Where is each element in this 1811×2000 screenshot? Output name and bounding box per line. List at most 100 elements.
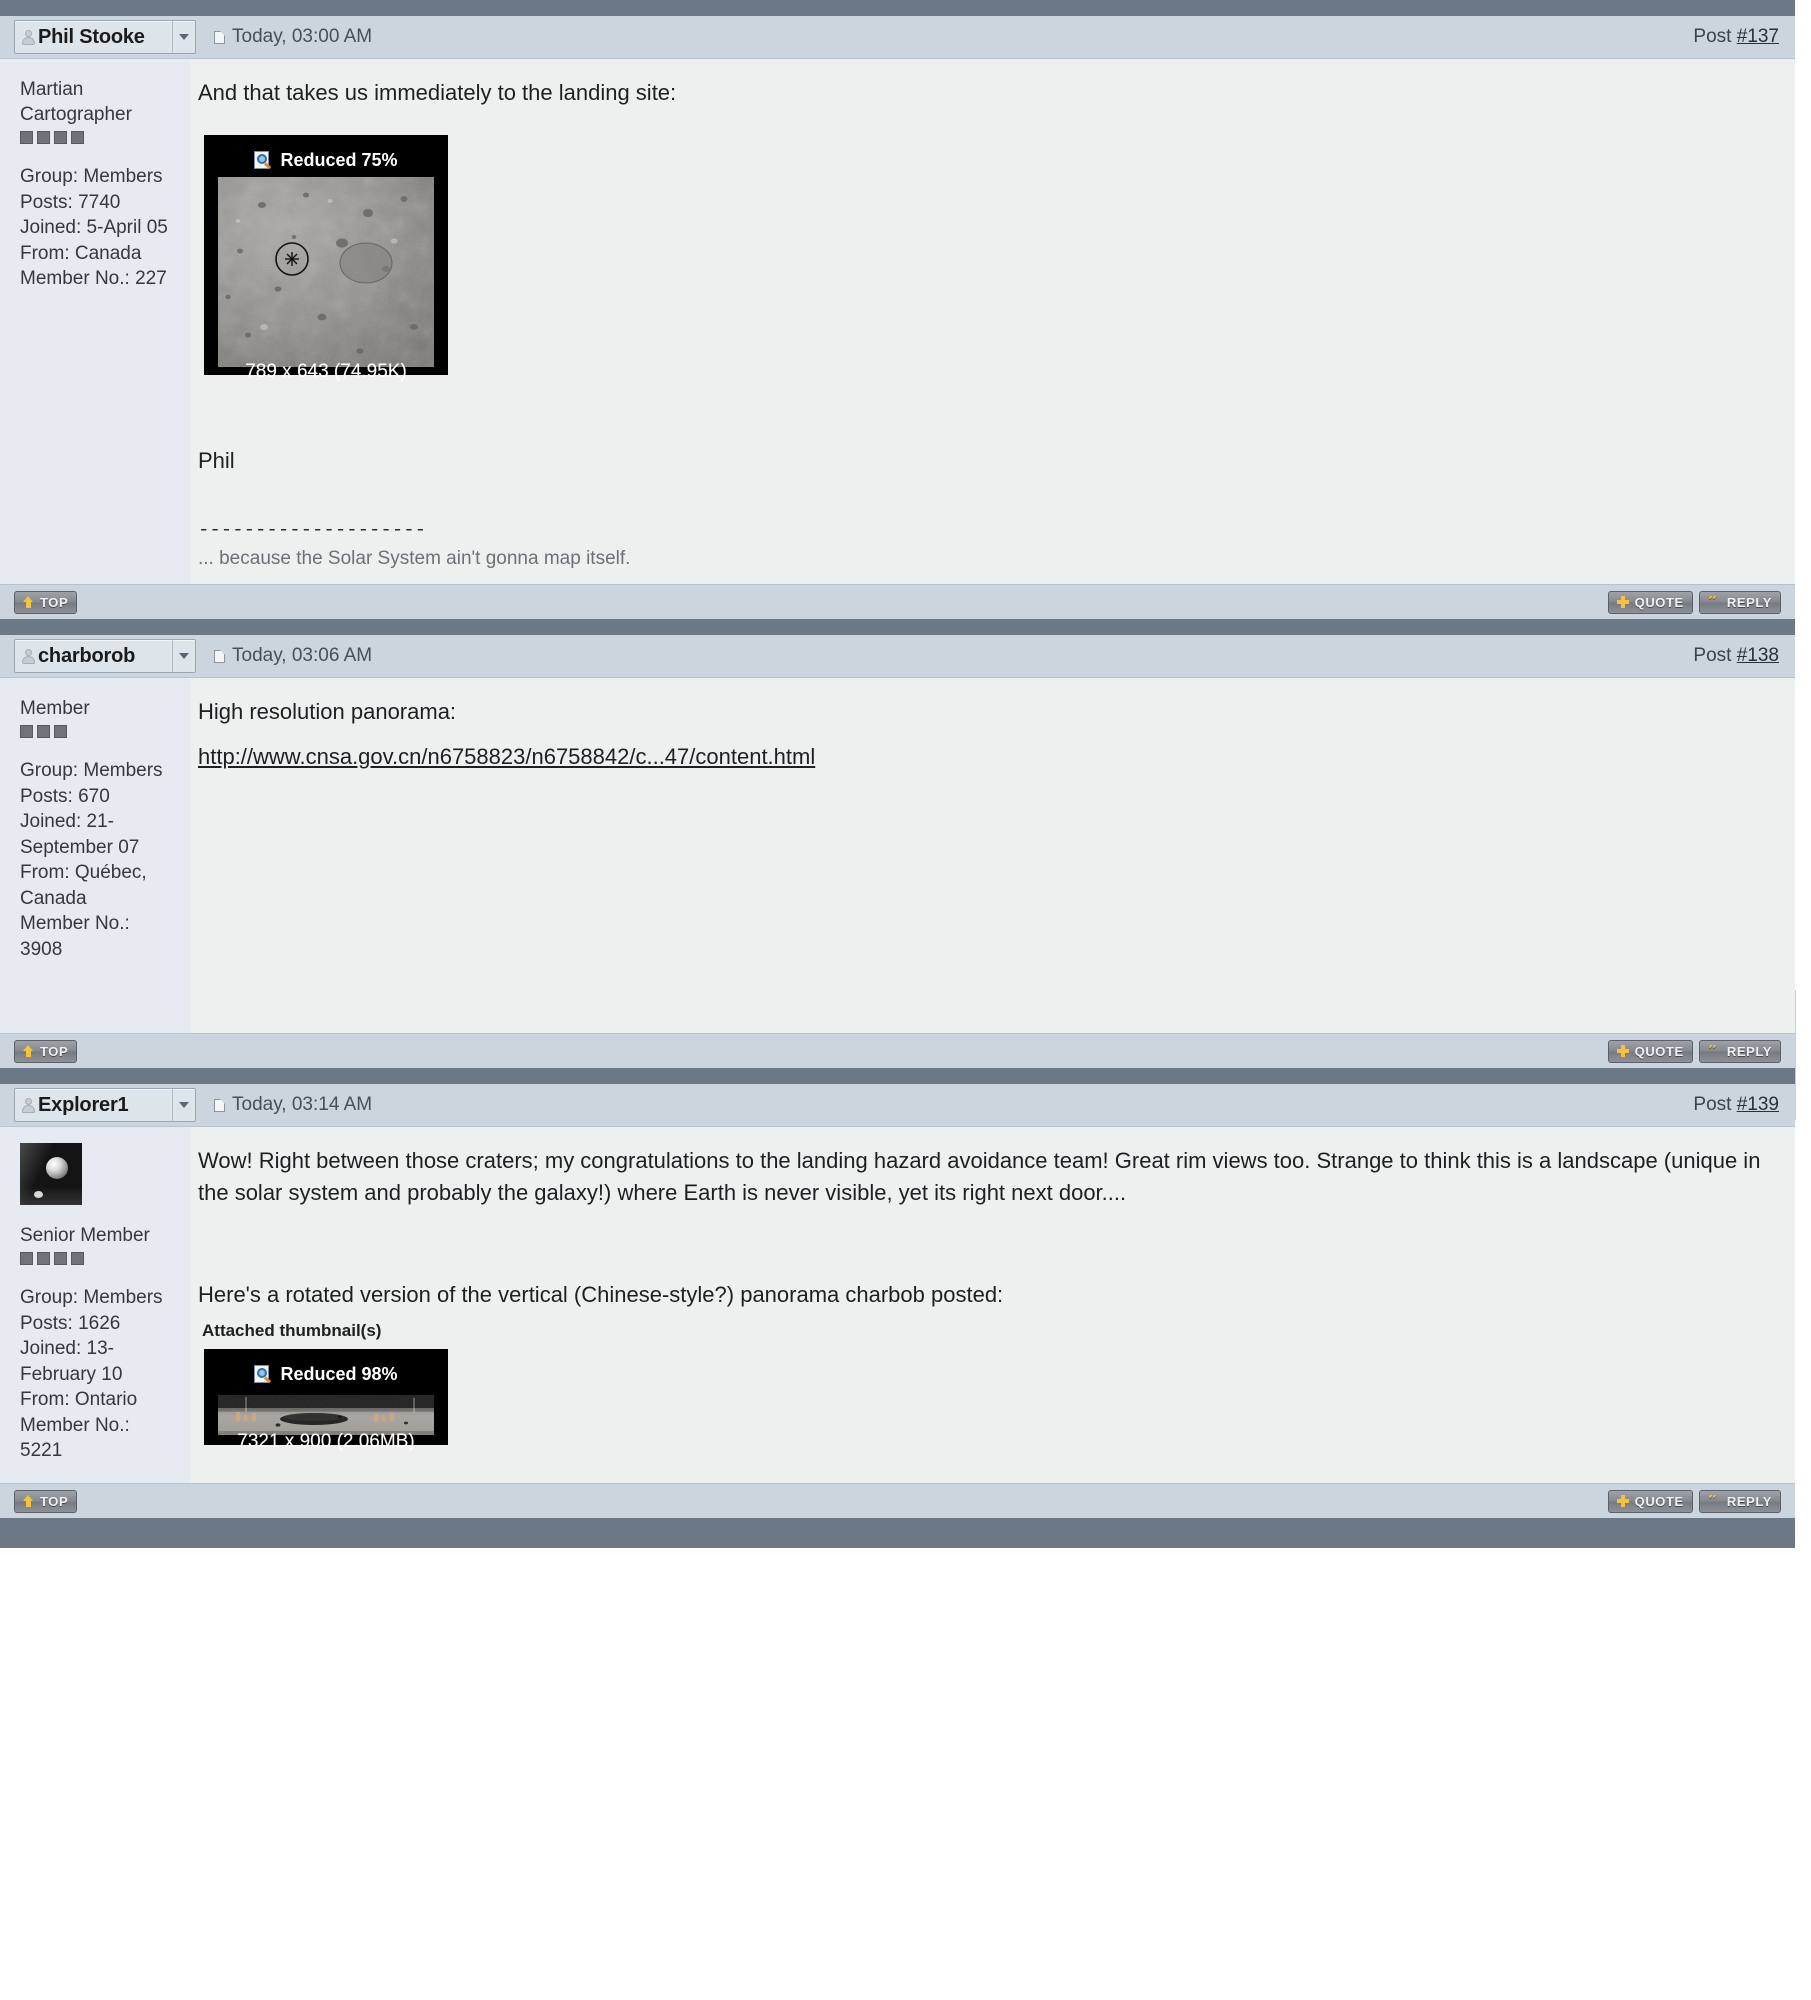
post-actions: QUOTE ” REPLY xyxy=(1607,1489,1781,1513)
plus-icon xyxy=(1616,1495,1629,1507)
member-post-count: Posts: 670 xyxy=(20,785,110,807)
username-label: Phil Stooke xyxy=(38,25,145,48)
lunar-surface-photo xyxy=(218,177,434,367)
member-joined: Joined: 21-September 07 xyxy=(20,811,140,858)
post-number: Post #137 xyxy=(1693,26,1779,48)
post-139: Explorer1 Today, 03:14 AM Post #139 Seni… xyxy=(0,1084,1795,1518)
post-header: Explorer1 Today, 03:14 AM Post #139 xyxy=(0,1084,1795,1127)
member-joined: Joined: 13-February 10 xyxy=(20,1338,123,1385)
post-number: Post #139 xyxy=(1693,1094,1779,1116)
post-sidebar: Martian Cartographer Group: Members Post… xyxy=(0,59,190,584)
post-separator-top xyxy=(0,0,1795,16)
post-sidebar: Member Group: Members Posts: 670 Joined:… xyxy=(0,678,190,1033)
scrollbar-track[interactable] xyxy=(1795,0,1811,2000)
member-meta: Group: Members Posts: 670 Joined: 21-Sep… xyxy=(20,758,176,962)
post-paragraph: High resolution panorama: xyxy=(198,699,457,724)
reply-button[interactable]: ” REPLY xyxy=(1698,1489,1781,1513)
post-number: Post #138 xyxy=(1693,645,1779,667)
member-group: Group: Members xyxy=(20,166,163,187)
arrow-up-icon xyxy=(23,1045,34,1057)
attachment-reduced-label: Reduced 75% xyxy=(280,149,398,170)
username-dropdown-charborob[interactable]: charborob xyxy=(14,639,196,673)
chevron-down-icon[interactable] xyxy=(172,1089,195,1121)
signature-separator: -------------------- xyxy=(198,519,427,541)
rank-pip xyxy=(37,1252,50,1265)
attachment-thumbnail[interactable]: Reduced 98% 7321 x 900 (2.06MB) xyxy=(204,1349,448,1452)
post-header: charborob Today, 03:06 AM Post #138 xyxy=(0,635,1795,678)
rank-pip xyxy=(54,131,67,144)
member-from: From: Québec, Canada xyxy=(20,862,147,909)
attachment-reduced-label: Reduced 98% xyxy=(280,1363,398,1384)
quote-marks-icon: ” xyxy=(1707,1045,1719,1057)
quote-button[interactable]: QUOTE xyxy=(1607,1489,1693,1513)
quote-marks-icon: ” xyxy=(1707,1495,1719,1507)
reply-button-label: REPLY xyxy=(1726,1043,1772,1059)
quote-button[interactable]: QUOTE xyxy=(1607,590,1693,614)
plus-icon xyxy=(1616,1045,1629,1057)
member-group: Group: Members xyxy=(20,1287,163,1308)
reply-button[interactable]: ” REPLY xyxy=(1698,1039,1781,1063)
forum-page: Phil Stooke Today, 03:00 AM Post #137 Ma… xyxy=(0,0,1811,2000)
post-body: Martian Cartographer Group: Members Post… xyxy=(0,59,1795,584)
post-page-icon xyxy=(214,649,225,663)
top-button[interactable]: TOP xyxy=(14,1039,78,1063)
reply-button[interactable]: ” REPLY xyxy=(1698,590,1781,614)
scrollbar-thumb[interactable] xyxy=(1795,990,1810,1120)
post-number-link[interactable]: #139 xyxy=(1737,1094,1779,1115)
attachment-thumbnail[interactable]: Reduced 75% 789 x 643 (74.95K) xyxy=(204,135,448,382)
reply-button-label: REPLY xyxy=(1726,594,1772,610)
user-avatar-icon xyxy=(21,648,36,665)
member-group: Group: Members xyxy=(20,760,163,781)
rank-pip xyxy=(54,725,67,738)
external-link[interactable]: http://www.cnsa.gov.cn/n6758823/n6758842… xyxy=(198,744,815,770)
top-button[interactable]: TOP xyxy=(14,590,78,614)
post-page-icon xyxy=(214,30,225,44)
member-number: Member No.: 3908 xyxy=(20,913,130,960)
rank-pip xyxy=(20,1252,33,1265)
post-number-link[interactable]: #137 xyxy=(1737,26,1779,47)
attachment-frame[interactable]: Reduced 75% xyxy=(204,135,448,375)
post-footer: TOP QUOTE ” REPLY xyxy=(0,584,1795,619)
post-separator-1 xyxy=(0,619,1795,635)
signature-text: ... because the Solar System ain't gonna… xyxy=(198,548,631,569)
rank-pip xyxy=(37,725,50,738)
post-header: Phil Stooke Today, 03:00 AM Post #137 xyxy=(0,16,1795,59)
post-138: charborob Today, 03:06 AM Post #138 Memb… xyxy=(0,635,1795,1068)
post-content: Wow! Right between those craters; my con… xyxy=(190,1127,1795,1483)
member-meta: Group: Members Posts: 1626 Joined: 13-Fe… xyxy=(20,1285,176,1464)
username-dropdown-phil-stooke[interactable]: Phil Stooke xyxy=(14,20,196,54)
arrow-up-icon xyxy=(23,1495,34,1507)
username-dropdown-explorer1[interactable]: Explorer1 xyxy=(14,1088,196,1122)
post-number-link[interactable]: #138 xyxy=(1737,645,1779,666)
post-number-prefix: Post xyxy=(1693,26,1737,47)
attached-thumbnails-label: Attached thumbnail(s) xyxy=(202,1321,382,1340)
rank-pip xyxy=(71,1252,84,1265)
post-body: Member Group: Members Posts: 670 Joined:… xyxy=(0,678,1795,1033)
quote-button[interactable]: QUOTE xyxy=(1607,1039,1693,1063)
member-number: Member No.: 227 xyxy=(20,268,167,289)
top-button-label: TOP xyxy=(40,594,69,610)
attachment-reduced-line: Reduced 75% xyxy=(218,147,434,173)
top-button-label: TOP xyxy=(40,1493,69,1509)
post-footer: TOP QUOTE ” REPLY xyxy=(0,1483,1795,1518)
post-separator-bottom xyxy=(0,1518,1795,1548)
post-paragraph: Wow! Right between those craters; my con… xyxy=(198,1148,1761,1205)
post-paragraph: And that takes us immediately to the lan… xyxy=(198,80,677,105)
chevron-down-icon[interactable] xyxy=(172,21,195,53)
member-joined: Joined: 5-April 05 xyxy=(20,217,168,238)
magnifier-icon xyxy=(254,1364,273,1384)
chevron-down-icon[interactable] xyxy=(172,640,195,672)
top-button[interactable]: TOP xyxy=(14,1489,78,1513)
post-content: High resolution panorama: http://www.cns… xyxy=(190,678,1795,1033)
post-actions: QUOTE ” REPLY xyxy=(1607,590,1781,614)
member-from: From: Canada xyxy=(20,242,142,264)
post-body: Senior Member Group: Members Posts: 1626… xyxy=(0,1127,1795,1483)
user-avatar-icon xyxy=(21,1097,36,1114)
attachment-frame[interactable]: Reduced 98% xyxy=(204,1349,448,1445)
post-closing: Phil xyxy=(198,448,235,473)
member-title: Martian Cartographer xyxy=(20,79,132,125)
post-actions: QUOTE ” REPLY xyxy=(1607,1039,1781,1063)
lunar-panorama-photo xyxy=(218,1395,434,1435)
avatar[interactable] xyxy=(20,1143,82,1205)
member-rank-pips xyxy=(20,1252,176,1265)
